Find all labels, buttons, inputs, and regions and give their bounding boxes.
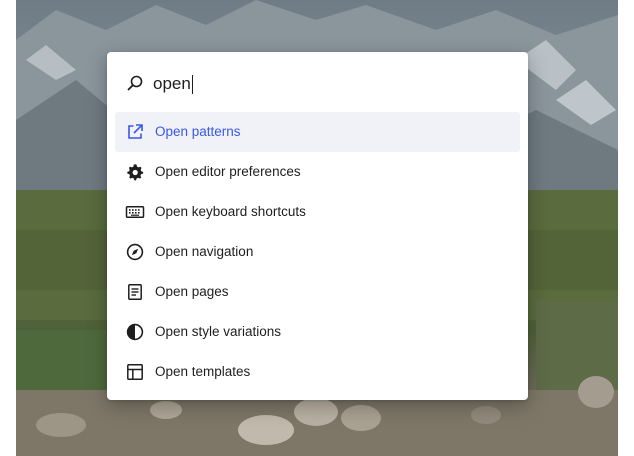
search-icon <box>126 74 144 92</box>
layout-icon <box>125 362 145 382</box>
result-open-style-variations[interactable]: Open style variations <box>115 312 520 352</box>
compass-icon <box>125 242 145 262</box>
result-label: Open keyboard shortcuts <box>155 204 306 219</box>
result-open-keyboard-shortcuts[interactable]: Open keyboard shortcuts <box>115 192 520 232</box>
result-open-navigation[interactable]: Open navigation <box>115 232 520 272</box>
result-label: Open templates <box>155 364 251 379</box>
result-label: Open pages <box>155 284 229 299</box>
result-open-templates[interactable]: Open templates <box>115 352 520 392</box>
gear-icon <box>125 162 145 182</box>
result-label: Open style variations <box>155 324 282 339</box>
page-icon <box>125 282 145 302</box>
command-palette: open Open patterns Open editor preferenc… <box>107 52 528 400</box>
search-input-value: open <box>153 74 191 93</box>
search-bar[interactable]: open <box>107 64 528 100</box>
screen: open Open patterns Open editor preferenc… <box>0 0 634 456</box>
result-label: Open editor preferences <box>155 164 301 179</box>
result-label: Open navigation <box>155 244 254 259</box>
external-link-icon <box>125 122 145 142</box>
results-list: Open patterns Open editor preferences Op… <box>115 112 520 392</box>
search-input[interactable]: open <box>153 70 503 98</box>
text-caret <box>191 74 193 94</box>
result-open-patterns[interactable]: Open patterns <box>115 112 520 152</box>
contrast-icon <box>125 322 145 342</box>
keyboard-icon <box>125 202 145 222</box>
result-label: Open patterns <box>155 124 241 139</box>
result-open-pages[interactable]: Open pages <box>115 272 520 312</box>
result-open-editor-preferences[interactable]: Open editor preferences <box>115 152 520 192</box>
